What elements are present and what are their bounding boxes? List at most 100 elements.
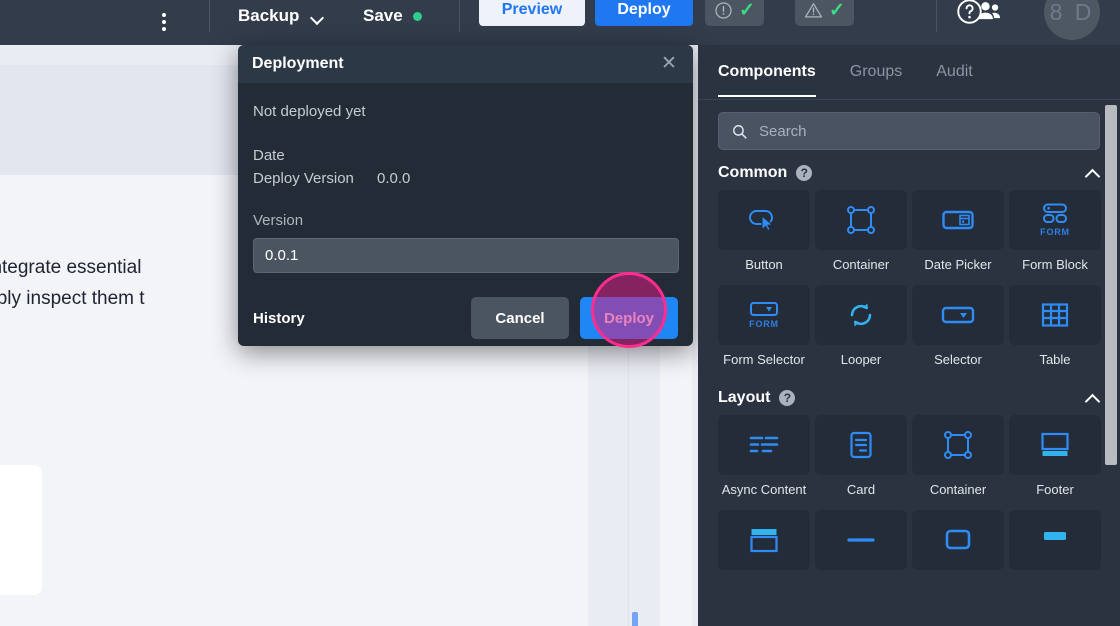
history-link[interactable]: History — [253, 310, 305, 327]
cancel-button[interactable]: Cancel — [471, 297, 569, 339]
warning-status-chip[interactable]: ✓ — [795, 0, 854, 26]
version-field-label: Version — [253, 212, 304, 229]
component-item-button[interactable]: Button — [718, 190, 810, 272]
preview-button[interactable]: Preview — [479, 0, 585, 26]
version-input[interactable] — [253, 238, 679, 273]
component-item-modal[interactable] — [912, 510, 1004, 577]
panel-tab-bar: Components Groups Audit — [698, 45, 1120, 100]
chevron-up-icon[interactable] — [1086, 169, 1100, 178]
async-content-icon — [718, 415, 810, 475]
chevron-down-icon — [312, 13, 323, 20]
component-item-async-content[interactable]: Async Content — [718, 415, 810, 497]
component-label: Form Selector — [723, 352, 805, 367]
component-item-panel[interactable] — [1009, 510, 1101, 577]
deployment-status-text: Not deployed yet — [253, 103, 366, 120]
container-icon — [815, 190, 907, 250]
component-item-looper[interactable]: Looper — [815, 285, 907, 367]
component-label: Form Block — [1022, 257, 1088, 272]
component-label: Date Picker — [924, 257, 992, 272]
dialog-body: Not deployed yet Date Deploy Version 0.0… — [238, 83, 693, 273]
component-grid-common: Button Container Date Picker FORM Form B… — [698, 190, 1120, 367]
dialog-actions: Cancel Deploy — [471, 297, 678, 339]
component-label: Button — [745, 257, 783, 272]
save-button[interactable]: Save — [363, 0, 422, 32]
card-icon — [815, 415, 907, 475]
app-root: Backup Save Preview Deploy ✓ ✓ 8 D tegra… — [0, 0, 1120, 626]
warning-triangle-icon — [804, 2, 823, 17]
dialog-footer: History Cancel Deploy — [238, 290, 693, 346]
chevron-up-icon[interactable] — [1086, 394, 1100, 403]
top-toolbar: Backup Save Preview Deploy ✓ ✓ 8 D — [0, 0, 1120, 45]
section-header-common[interactable]: Common ? — [698, 150, 1120, 190]
tab-components[interactable]: Components — [718, 47, 816, 97]
search-icon — [733, 124, 747, 139]
toolbar-divider — [209, 0, 210, 32]
date-label: Date — [253, 147, 285, 164]
meta-row-deploy-version: Deploy Version 0.0.0 — [253, 167, 678, 190]
form-tag: FORM — [749, 319, 779, 329]
component-item-date-picker[interactable]: Date Picker — [912, 190, 1004, 272]
dialog-deploy-button[interactable]: Deploy — [580, 297, 678, 339]
component-item-container[interactable]: Container — [815, 190, 907, 272]
selector-icon — [912, 285, 1004, 345]
error-circle-icon — [715, 1, 732, 19]
component-item-header[interactable] — [718, 510, 810, 577]
components-panel: Components Groups Audit Common ? — [698, 45, 1120, 626]
tab-groups[interactable]: Groups — [850, 47, 902, 97]
error-status-chip[interactable]: ✓ — [705, 0, 764, 26]
modal-icon — [912, 510, 1004, 570]
deploy-version-value: 0.0.0 — [377, 170, 411, 187]
component-label: Container — [832, 257, 890, 272]
more-vertical-icon[interactable] — [155, 5, 173, 39]
table-icon — [1009, 285, 1101, 345]
component-label: Card — [846, 482, 876, 497]
canvas-drop-indicator — [632, 612, 638, 626]
section-title-common: Common — [718, 164, 788, 181]
avatar[interactable]: 8 D — [1044, 0, 1100, 40]
component-item-selector[interactable]: Selector — [912, 285, 1004, 367]
component-label: Async Content — [721, 482, 807, 497]
component-sections: Common ? Button Container Date Picker FO… — [698, 150, 1120, 626]
canvas-card[interactable] — [0, 465, 42, 595]
button-icon — [718, 190, 810, 250]
component-label: Table — [1039, 352, 1071, 367]
check-icon: ✓ — [829, 0, 845, 21]
canvas-text-line-2: or simply inspect them t — [0, 288, 145, 309]
footer-icon — [1009, 415, 1101, 475]
component-label: Container — [929, 482, 987, 497]
container-icon — [912, 415, 1004, 475]
dialog-title: Deployment — [252, 55, 344, 72]
form-tag: FORM — [1040, 227, 1070, 237]
close-icon[interactable]: ✕ — [659, 54, 679, 74]
component-item-form-selector[interactable]: FORM Form Selector — [718, 285, 810, 367]
help-badge-icon[interactable]: ? — [779, 390, 796, 406]
section-title-layout: Layout — [718, 389, 771, 406]
form-block-icon: FORM — [1009, 190, 1101, 250]
component-item-table[interactable]: Table — [1009, 285, 1101, 367]
header-icon — [718, 510, 810, 570]
looper-icon — [815, 285, 907, 345]
component-item-card[interactable]: Card — [815, 415, 907, 497]
component-item-container-layout[interactable]: Container — [912, 415, 1004, 497]
component-item-divider[interactable] — [815, 510, 907, 577]
check-icon: ✓ — [739, 0, 755, 21]
dialog-header: Deployment ✕ — [238, 45, 693, 83]
search-area — [698, 100, 1120, 150]
search-box[interactable] — [718, 112, 1100, 150]
deploy-button[interactable]: Deploy — [595, 0, 693, 26]
component-item-footer[interactable]: Footer — [1009, 415, 1101, 497]
users-icon[interactable] — [974, 0, 1004, 26]
backup-menu-button[interactable]: Backup — [238, 0, 323, 32]
tab-audit[interactable]: Audit — [936, 47, 972, 97]
component-label: Selector — [934, 352, 982, 367]
section-header-layout[interactable]: Layout ? — [698, 367, 1120, 415]
help-badge-icon[interactable]: ? — [796, 165, 813, 181]
component-item-form-block[interactable]: FORM Form Block — [1009, 190, 1101, 272]
divider-icon — [815, 510, 907, 570]
canvas-body-text: rs to integrate essential or simply insp… — [0, 252, 245, 314]
panel-scrollbar-thumb[interactable] — [1105, 105, 1117, 465]
deployment-meta: Date Deploy Version 0.0.0 — [253, 144, 678, 190]
deploy-version-label: Deploy Version — [253, 170, 354, 187]
search-input[interactable] — [759, 122, 1087, 140]
form-selector-icon: FORM — [718, 285, 810, 345]
